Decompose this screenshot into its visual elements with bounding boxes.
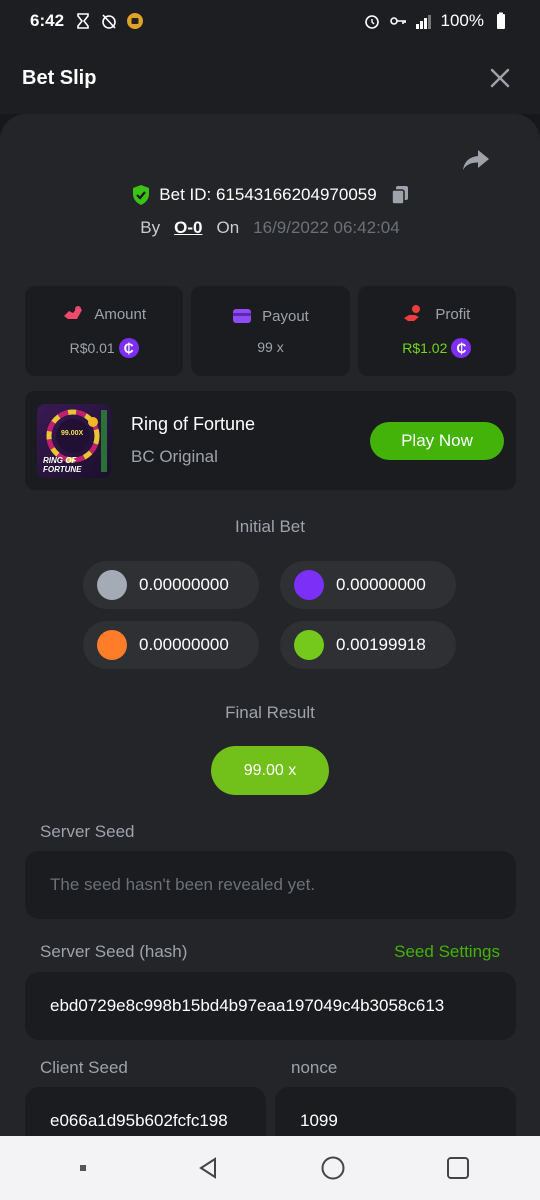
client-seed-field[interactable]: e066a1d95b602fcfc198 xyxy=(25,1087,266,1136)
small-square-icon xyxy=(79,1165,86,1171)
close-icon xyxy=(490,68,510,88)
signal-icon xyxy=(415,15,431,29)
initial-bet-item: 0.00000000 xyxy=(83,561,259,609)
amount-icon xyxy=(64,306,83,319)
overview-button[interactable] xyxy=(438,1148,478,1188)
server-seed-label: Server Seed xyxy=(40,822,135,841)
copy-icon[interactable] xyxy=(390,185,409,205)
thumb-multiplier: 99.00X xyxy=(61,429,84,437)
game-thumbnail: 99.00X RING OF FORTUNE xyxy=(37,403,111,478)
thumb-title-2: FORTUNE xyxy=(43,464,82,474)
initial-bet-item: 0.00000000 xyxy=(83,621,259,669)
game-card: 99.00X RING OF FORTUNE Ring of Fortune B… xyxy=(25,391,516,490)
coin-icon: ₵ xyxy=(451,338,472,358)
amount-label: Amount xyxy=(94,305,147,323)
nonce-label: nonce xyxy=(291,1058,338,1077)
bet-meta-row: By O-0 On 16/9/2022 06:42:04 xyxy=(0,218,540,238)
system-nav-bar xyxy=(0,1136,540,1200)
stat-amount: Amount R$0.01 ₵ xyxy=(25,286,184,376)
app-notification-icon xyxy=(127,13,144,29)
bet-id-row: Bet ID: 61543166204970059 xyxy=(0,184,540,206)
back-triangle-icon xyxy=(198,1157,216,1179)
stat-payout: Payout 99 x xyxy=(191,286,350,376)
alarm-off-icon xyxy=(102,14,116,29)
server-seed-field: The seed hasn't been revealed yet. xyxy=(25,851,516,919)
game-subtitle: BC Original xyxy=(131,447,218,466)
by-label: By xyxy=(140,218,161,237)
profit-icon xyxy=(404,305,421,321)
server-seed-hash-field[interactable]: ebd0729e8c998b15bd4b97eaa197049c4b3058c6… xyxy=(25,972,516,1040)
close-button[interactable] xyxy=(482,60,518,96)
home-button[interactable] xyxy=(313,1148,353,1188)
server-seed-hash-label: Server Seed (hash) xyxy=(40,942,188,961)
alarm-icon xyxy=(364,15,379,29)
bet-stats: Amount R$0.01 ₵ Payout 99 x Profit R$1.0… xyxy=(25,286,516,376)
initial-bet-value: 0.00000000 xyxy=(139,635,229,654)
game-name: Ring of Fortune xyxy=(131,414,256,434)
home-circle-icon xyxy=(321,1156,344,1180)
initial-bet-label: Initial Bet xyxy=(235,517,305,536)
wallet-icon xyxy=(233,309,252,323)
coin-icon: ₵ xyxy=(118,338,139,358)
back-button[interactable] xyxy=(188,1148,228,1188)
vpn-key-icon xyxy=(389,17,406,25)
share-icon[interactable] xyxy=(462,148,490,172)
currency-dot-icon xyxy=(97,630,127,660)
overview-square-icon xyxy=(446,1157,469,1179)
initial-bet-item: 0.00199918 xyxy=(280,621,456,669)
bet-slip-header: Bet Slip xyxy=(0,42,540,114)
status-bar: 6:42 100% xyxy=(0,0,540,42)
thumb-title-1: RING OF xyxy=(43,455,77,465)
initial-bet-value: 0.00000000 xyxy=(139,575,229,594)
verified-shield-icon xyxy=(133,185,150,205)
currency-dot-icon xyxy=(97,570,127,600)
page-title: Bet Slip xyxy=(22,66,97,89)
initial-bet-grid: 0.00000000 0.00000000 0.00000000 0.00199… xyxy=(83,561,458,669)
client-seed-label: Client Seed xyxy=(40,1058,128,1077)
stat-profit: Profit R$1.02 ₵ xyxy=(357,286,516,376)
final-result-badge: 99.00 x xyxy=(211,746,329,795)
on-label: On xyxy=(216,218,240,237)
battery-percent: 100% xyxy=(440,11,484,30)
bet-detail-panel: Bet ID: 61543166204970059 By O-0 On 16/9… xyxy=(0,114,540,1136)
final-result-label: Final Result xyxy=(225,703,315,722)
payout-value: 99 x xyxy=(257,339,284,355)
payout-label: Payout xyxy=(262,307,309,325)
nonce-field[interactable]: 1099 xyxy=(275,1087,516,1136)
status-time: 6:42 xyxy=(30,11,65,30)
bet-date: 16/9/2022 06:42:04 xyxy=(253,218,400,237)
recents-dot-button[interactable] xyxy=(63,1148,103,1188)
seed-settings-link[interactable]: Seed Settings xyxy=(394,942,500,962)
hourglass-icon xyxy=(77,13,89,29)
battery-icon xyxy=(497,12,505,29)
play-now-button[interactable]: Play Now xyxy=(370,421,504,460)
bet-id: Bet ID: 61543166204970059 xyxy=(159,185,377,204)
initial-bet-item: 0.00000000 xyxy=(280,561,456,609)
amount-value: R$0.01 xyxy=(69,340,115,356)
initial-bet-value: 0.00199918 xyxy=(336,635,426,654)
profit-label: Profit xyxy=(435,305,471,323)
currency-dot-icon xyxy=(294,630,324,660)
currency-dot-icon xyxy=(294,570,324,600)
profit-value: R$1.02 xyxy=(402,340,448,356)
initial-bet-value: 0.00000000 xyxy=(336,575,426,594)
bettor-username[interactable]: O-0 xyxy=(174,218,202,238)
